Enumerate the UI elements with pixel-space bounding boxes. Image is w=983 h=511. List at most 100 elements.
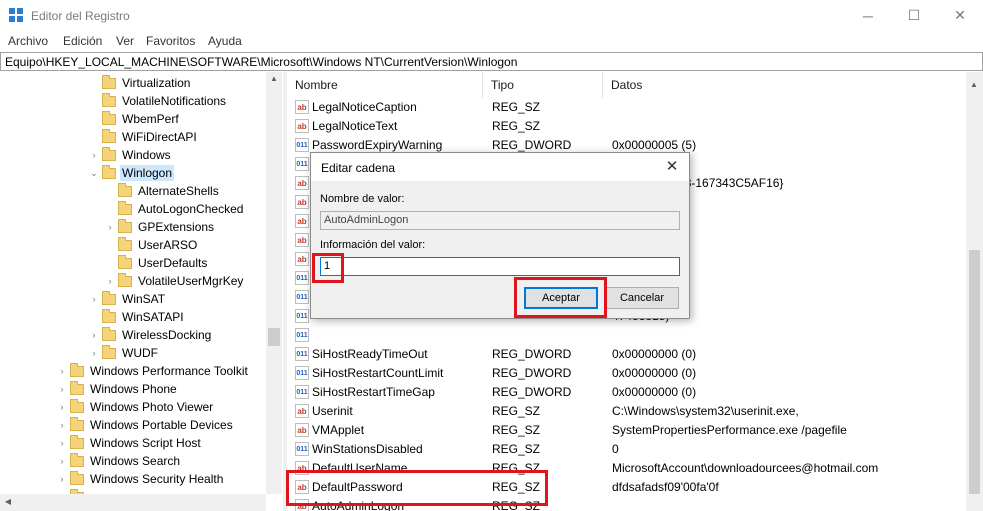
- binary-value-icon: 011: [295, 271, 309, 285]
- close-window-button[interactable]: ✕: [937, 0, 983, 31]
- tree-item[interactable]: AlternateShells: [104, 182, 221, 200]
- tree-item[interactable]: › WinSAT: [88, 290, 167, 308]
- folder-icon: [102, 164, 116, 179]
- string-value-icon: ab: [295, 176, 309, 190]
- folder-icon: [102, 146, 116, 161]
- folder-icon: [70, 416, 84, 431]
- tree-item[interactable]: › Windows: [88, 146, 173, 164]
- column-header-name[interactable]: Nombre: [287, 72, 483, 98]
- value-data-field[interactable]: 1: [320, 257, 680, 276]
- expand-chevron-icon[interactable]: ›: [56, 420, 68, 430]
- folder-icon: [70, 434, 84, 449]
- tree-vertical-scrollbar[interactable]: ▲: [266, 72, 282, 494]
- column-header-type[interactable]: Tipo: [483, 72, 603, 98]
- tree-item[interactable]: › Windows Security Health: [56, 470, 225, 488]
- tree-item[interactable]: › Windows Photo Viewer: [56, 398, 215, 416]
- tree-item[interactable]: › Windows Script Host: [56, 434, 203, 452]
- window-title: Editor del Registro: [31, 9, 130, 23]
- folder-icon: [118, 182, 132, 197]
- value-row[interactable]: 011 SiHostReadyTimeOut REG_DWORD 0x00000000…: [287, 345, 966, 364]
- tree-horizontal-scrollbar[interactable]: ◀: [0, 494, 266, 511]
- value-data: 0x00000000 (0): [612, 366, 697, 380]
- tree-item[interactable]: AutoLogonChecked: [104, 200, 245, 218]
- folder-icon: [118, 200, 132, 215]
- value-row[interactable]: ab VMApplet REG_SZ SystemPropertiesPerforma…: [287, 421, 966, 440]
- tree-item-label: UserARSO: [138, 238, 198, 252]
- tree-item[interactable]: › VolatileUserMgrKey: [104, 272, 245, 290]
- menu-archivo[interactable]: Archivo: [8, 34, 48, 48]
- tree-item[interactable]: › Windows Performance Toolkit: [56, 362, 250, 380]
- menu-ayuda[interactable]: Ayuda: [208, 34, 242, 48]
- tree-item[interactable]: › GPExtensions: [104, 218, 216, 236]
- scroll-up-icon[interactable]: ▲: [266, 74, 282, 83]
- tree-item[interactable]: UserARSO: [104, 236, 199, 254]
- tree-item[interactable]: › Windows Search: [56, 452, 182, 470]
- menu-edicion[interactable]: Edición: [63, 34, 102, 48]
- expand-chevron-icon[interactable]: ›: [88, 150, 100, 160]
- tree-item[interactable]: ⌄ Winlogon: [88, 164, 175, 182]
- tree-item[interactable]: › WirelessDocking: [88, 326, 213, 344]
- value-row[interactable]: 011 WinStationsDisabled REG_SZ 0: [287, 440, 966, 459]
- menu-bar: Archivo Edición Ver Favoritos Ayuda: [0, 31, 983, 51]
- expand-chevron-icon[interactable]: ›: [56, 366, 68, 376]
- value-row[interactable]: ab Userinit REG_SZ C:\Windows\system32\user…: [287, 402, 966, 421]
- scroll-left-icon[interactable]: ◀: [0, 497, 16, 506]
- binary-value-icon: 011: [295, 138, 309, 152]
- tree-item[interactable]: › WUDF: [88, 344, 160, 362]
- tree-item[interactable]: UserDefaults: [104, 254, 209, 272]
- binary-value-icon: 011: [295, 442, 309, 456]
- expand-chevron-icon[interactable]: ›: [56, 438, 68, 448]
- minimize-button[interactable]: ─: [845, 0, 891, 31]
- folder-icon: [70, 380, 84, 395]
- expand-chevron-icon[interactable]: ›: [104, 276, 116, 286]
- address-path[interactable]: Equipo\HKEY_LOCAL_MACHINE\SOFTWARE\Micro…: [5, 55, 517, 69]
- scroll-thumb[interactable]: [969, 250, 980, 494]
- column-header-data[interactable]: Datos: [603, 72, 966, 98]
- expand-chevron-icon[interactable]: ›: [56, 402, 68, 412]
- expand-chevron-icon[interactable]: ›: [56, 474, 68, 484]
- tree-item[interactable]: VolatileNotifications: [88, 92, 228, 110]
- folder-icon: [102, 128, 116, 143]
- value-data: dfdsafadsf09'00fa'0f: [612, 480, 719, 494]
- value-row[interactable]: ab LegalNoticeText REG_SZ: [287, 117, 966, 136]
- expand-chevron-icon[interactable]: ›: [88, 330, 100, 340]
- value-row[interactable]: ab LegalNoticeCaption REG_SZ: [287, 98, 966, 117]
- tree-item[interactable]: WbemPerf: [88, 110, 181, 128]
- registry-tree[interactable]: Virtualization VolatileNotifications WbemP…: [0, 72, 283, 511]
- expand-chevron-icon[interactable]: ›: [56, 384, 68, 394]
- cancel-button[interactable]: Cancelar: [605, 287, 679, 309]
- value-type: REG_DWORD: [492, 385, 572, 399]
- folder-icon: [102, 110, 116, 125]
- expand-chevron-icon[interactable]: ⌄: [88, 168, 100, 179]
- menu-ver[interactable]: Ver: [116, 34, 134, 48]
- value-name: WinStationsDisabled: [312, 442, 423, 456]
- expand-chevron-icon[interactable]: ›: [88, 294, 100, 304]
- value-name-label: Nombre de valor:: [320, 193, 405, 205]
- scroll-up-icon[interactable]: ▲: [966, 80, 982, 89]
- folder-icon: [102, 326, 116, 341]
- value-name: VMApplet: [312, 423, 365, 437]
- scroll-thumb[interactable]: [268, 328, 280, 346]
- maximize-button[interactable]: ☐: [891, 0, 937, 31]
- tree-item[interactable]: › Windows Phone: [56, 380, 179, 398]
- tree-item-label: Windows Performance Toolkit: [90, 364, 248, 378]
- folder-icon: [102, 344, 116, 359]
- tree-item[interactable]: › Windows Portable Devices: [56, 416, 235, 434]
- tree-item[interactable]: WiFiDirectAPI: [88, 128, 199, 146]
- list-vertical-scrollbar[interactable]: ▲: [966, 72, 983, 511]
- tree-item[interactable]: Virtualization: [88, 74, 192, 92]
- value-data: 0x00000000 (0): [612, 347, 697, 361]
- value-row[interactable]: 011 SiHostRestartTimeGap REG_DWORD 0x000000…: [287, 383, 966, 402]
- tree-item[interactable]: WinSATAPI: [88, 308, 186, 326]
- address-bar[interactable]: Equipo\HKEY_LOCAL_MACHINE\SOFTWARE\Micro…: [0, 52, 983, 71]
- highlight-autoadminlogon: [286, 470, 548, 506]
- dialog-close-icon[interactable]: ✕: [655, 153, 689, 181]
- folder-icon: [102, 92, 116, 107]
- value-row[interactable]: 011: [287, 326, 966, 345]
- value-row[interactable]: 011 SiHostRestartCountLimit REG_DWORD 0x000…: [287, 364, 966, 383]
- expand-chevron-icon[interactable]: ›: [104, 222, 116, 232]
- expand-chevron-icon[interactable]: ›: [56, 456, 68, 466]
- expand-chevron-icon[interactable]: ›: [88, 348, 100, 358]
- value-type: REG_SZ: [492, 423, 541, 437]
- menu-favoritos[interactable]: Favoritos: [146, 34, 195, 48]
